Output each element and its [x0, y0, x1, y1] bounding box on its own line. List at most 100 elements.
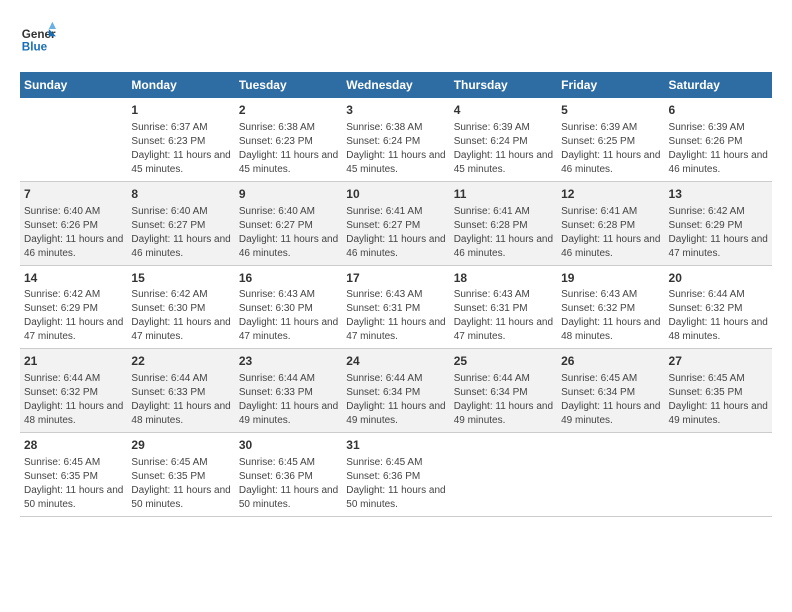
day-info: Sunrise: 6:40 AM Sunset: 6:26 PM Dayligh… [24, 205, 123, 261]
day-info: Sunrise: 6:44 AM Sunset: 6:34 PM Dayligh… [454, 372, 553, 428]
day-info: Sunrise: 6:45 AM Sunset: 6:36 PM Dayligh… [239, 456, 338, 512]
day-info: Sunrise: 6:41 AM Sunset: 6:27 PM Dayligh… [346, 205, 445, 261]
calendar-cell [450, 433, 557, 517]
sunset: Sunset: 6:36 PM [346, 470, 445, 484]
day-info: Sunrise: 6:42 AM Sunset: 6:30 PM Dayligh… [131, 288, 230, 344]
sunset: Sunset: 6:25 PM [561, 135, 660, 149]
day-info: Sunrise: 6:41 AM Sunset: 6:28 PM Dayligh… [454, 205, 553, 261]
column-header-wednesday: Wednesday [342, 72, 449, 98]
day-number: 28 [24, 437, 123, 454]
sunrise: Sunrise: 6:42 AM [669, 205, 768, 219]
daylight: Daylight: 11 hours and 47 minutes. [24, 316, 123, 344]
sunset: Sunset: 6:23 PM [131, 135, 230, 149]
calendar-body: 1 Sunrise: 6:37 AM Sunset: 6:23 PM Dayli… [20, 98, 772, 516]
sunrise: Sunrise: 6:38 AM [239, 121, 338, 135]
calendar-cell: 1 Sunrise: 6:37 AM Sunset: 6:23 PM Dayli… [127, 98, 234, 181]
calendar-cell: 24 Sunrise: 6:44 AM Sunset: 6:34 PM Dayl… [342, 349, 449, 433]
day-info: Sunrise: 6:40 AM Sunset: 6:27 PM Dayligh… [131, 205, 230, 261]
week-row-1: 1 Sunrise: 6:37 AM Sunset: 6:23 PM Dayli… [20, 98, 772, 181]
day-info: Sunrise: 6:45 AM Sunset: 6:34 PM Dayligh… [561, 372, 660, 428]
sunrise: Sunrise: 6:43 AM [346, 288, 445, 302]
sunrise: Sunrise: 6:43 AM [561, 288, 660, 302]
daylight: Daylight: 11 hours and 46 minutes. [24, 233, 123, 261]
sunset: Sunset: 6:30 PM [131, 302, 230, 316]
daylight: Daylight: 11 hours and 47 minutes. [346, 316, 445, 344]
sunset: Sunset: 6:31 PM [454, 302, 553, 316]
sunrise: Sunrise: 6:45 AM [561, 372, 660, 386]
sunset: Sunset: 6:26 PM [669, 135, 768, 149]
sunrise: Sunrise: 6:44 AM [24, 372, 123, 386]
day-info: Sunrise: 6:39 AM Sunset: 6:24 PM Dayligh… [454, 121, 553, 177]
sunset: Sunset: 6:24 PM [346, 135, 445, 149]
calendar-cell: 12 Sunrise: 6:41 AM Sunset: 6:28 PM Dayl… [557, 181, 664, 265]
daylight: Daylight: 11 hours and 46 minutes. [346, 233, 445, 261]
day-number: 5 [561, 102, 660, 119]
sunrise: Sunrise: 6:43 AM [454, 288, 553, 302]
daylight: Daylight: 11 hours and 46 minutes. [561, 233, 660, 261]
sunrise: Sunrise: 6:45 AM [24, 456, 123, 470]
day-number: 14 [24, 270, 123, 287]
sunrise: Sunrise: 6:43 AM [239, 288, 338, 302]
sunset: Sunset: 6:26 PM [24, 219, 123, 233]
week-row-3: 14 Sunrise: 6:42 AM Sunset: 6:29 PM Dayl… [20, 265, 772, 349]
calendar-cell [20, 98, 127, 181]
calendar-cell: 10 Sunrise: 6:41 AM Sunset: 6:27 PM Dayl… [342, 181, 449, 265]
calendar-cell: 25 Sunrise: 6:44 AM Sunset: 6:34 PM Dayl… [450, 349, 557, 433]
day-number: 2 [239, 102, 338, 119]
calendar-cell: 14 Sunrise: 6:42 AM Sunset: 6:29 PM Dayl… [20, 265, 127, 349]
day-info: Sunrise: 6:45 AM Sunset: 6:35 PM Dayligh… [24, 456, 123, 512]
day-number: 7 [24, 186, 123, 203]
sunrise: Sunrise: 6:39 AM [561, 121, 660, 135]
day-number: 13 [669, 186, 768, 203]
calendar-cell: 21 Sunrise: 6:44 AM Sunset: 6:32 PM Dayl… [20, 349, 127, 433]
sunset: Sunset: 6:30 PM [239, 302, 338, 316]
sunset: Sunset: 6:32 PM [669, 302, 768, 316]
sunset: Sunset: 6:28 PM [454, 219, 553, 233]
day-number: 15 [131, 270, 230, 287]
day-info: Sunrise: 6:44 AM Sunset: 6:33 PM Dayligh… [131, 372, 230, 428]
day-info: Sunrise: 6:43 AM Sunset: 6:30 PM Dayligh… [239, 288, 338, 344]
calendar-cell: 13 Sunrise: 6:42 AM Sunset: 6:29 PM Dayl… [665, 181, 772, 265]
day-number: 31 [346, 437, 445, 454]
daylight: Daylight: 11 hours and 48 minutes. [669, 316, 768, 344]
day-number: 11 [454, 186, 553, 203]
calendar-cell: 19 Sunrise: 6:43 AM Sunset: 6:32 PM Dayl… [557, 265, 664, 349]
day-number: 10 [346, 186, 445, 203]
daylight: Daylight: 11 hours and 49 minutes. [561, 400, 660, 428]
day-info: Sunrise: 6:39 AM Sunset: 6:25 PM Dayligh… [561, 121, 660, 177]
calendar-cell: 31 Sunrise: 6:45 AM Sunset: 6:36 PM Dayl… [342, 433, 449, 517]
calendar-cell: 4 Sunrise: 6:39 AM Sunset: 6:24 PM Dayli… [450, 98, 557, 181]
day-number: 9 [239, 186, 338, 203]
sunrise: Sunrise: 6:38 AM [346, 121, 445, 135]
week-row-2: 7 Sunrise: 6:40 AM Sunset: 6:26 PM Dayli… [20, 181, 772, 265]
logo: General Blue [20, 20, 56, 56]
day-info: Sunrise: 6:43 AM Sunset: 6:31 PM Dayligh… [346, 288, 445, 344]
daylight: Daylight: 11 hours and 49 minutes. [454, 400, 553, 428]
daylight: Daylight: 11 hours and 45 minutes. [346, 149, 445, 177]
calendar-cell: 2 Sunrise: 6:38 AM Sunset: 6:23 PM Dayli… [235, 98, 342, 181]
daylight: Daylight: 11 hours and 48 minutes. [561, 316, 660, 344]
calendar-cell: 5 Sunrise: 6:39 AM Sunset: 6:25 PM Dayli… [557, 98, 664, 181]
daylight: Daylight: 11 hours and 50 minutes. [131, 484, 230, 512]
calendar-cell: 23 Sunrise: 6:44 AM Sunset: 6:33 PM Dayl… [235, 349, 342, 433]
daylight: Daylight: 11 hours and 47 minutes. [131, 316, 230, 344]
day-number: 29 [131, 437, 230, 454]
calendar-cell: 3 Sunrise: 6:38 AM Sunset: 6:24 PM Dayli… [342, 98, 449, 181]
day-info: Sunrise: 6:42 AM Sunset: 6:29 PM Dayligh… [24, 288, 123, 344]
daylight: Daylight: 11 hours and 46 minutes. [561, 149, 660, 177]
calendar-cell: 26 Sunrise: 6:45 AM Sunset: 6:34 PM Dayl… [557, 349, 664, 433]
calendar-header: SundayMondayTuesdayWednesdayThursdayFrid… [20, 72, 772, 98]
sunset: Sunset: 6:36 PM [239, 470, 338, 484]
calendar-cell: 28 Sunrise: 6:45 AM Sunset: 6:35 PM Dayl… [20, 433, 127, 517]
day-number: 22 [131, 353, 230, 370]
daylight: Daylight: 11 hours and 46 minutes. [239, 233, 338, 261]
calendar-cell: 20 Sunrise: 6:44 AM Sunset: 6:32 PM Dayl… [665, 265, 772, 349]
daylight: Daylight: 11 hours and 47 minutes. [239, 316, 338, 344]
sunrise: Sunrise: 6:44 AM [669, 288, 768, 302]
sunset: Sunset: 6:35 PM [131, 470, 230, 484]
day-number: 17 [346, 270, 445, 287]
daylight: Daylight: 11 hours and 50 minutes. [239, 484, 338, 512]
day-number: 25 [454, 353, 553, 370]
day-number: 4 [454, 102, 553, 119]
sunset: Sunset: 6:27 PM [239, 219, 338, 233]
